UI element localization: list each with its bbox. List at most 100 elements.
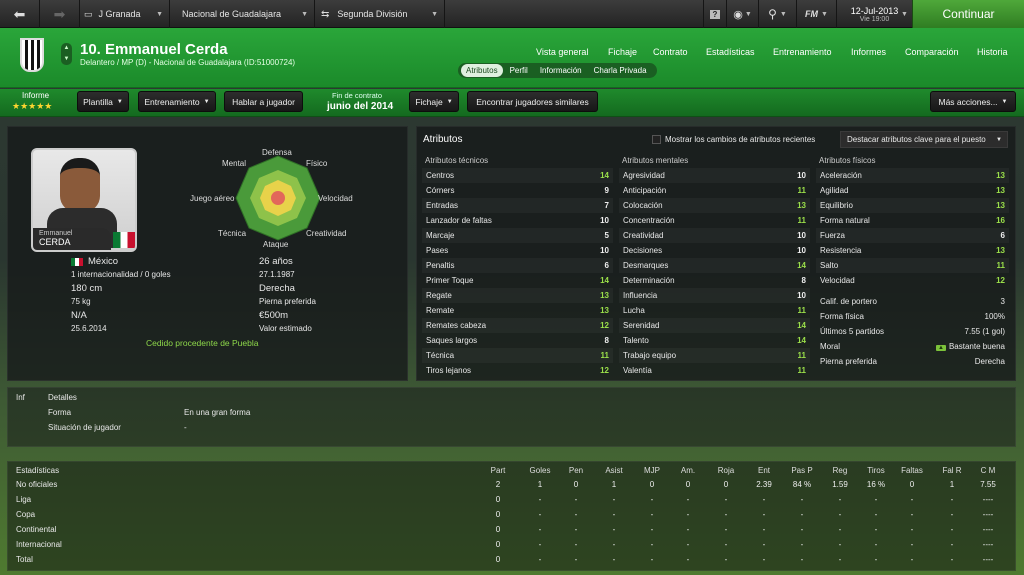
- stats-column-header[interactable]: Ent: [744, 466, 784, 475]
- chevron-down-icon: ▼: [779, 10, 787, 18]
- fm-menu-button[interactable]: FM ▼: [797, 0, 837, 28]
- tab-fichaje[interactable]: Fichaje: [608, 47, 637, 57]
- stats-column-header[interactable]: Reg: [820, 466, 860, 475]
- physical-attribute-row[interactable]: Velocidad 12: [816, 273, 1009, 288]
- mental-attribute-row[interactable]: Serenidad 14: [619, 318, 810, 333]
- mental-attribute-row[interactable]: Trabajo equipo 11: [619, 348, 810, 363]
- mental-attribute-row[interactable]: Decisiones 10: [619, 243, 810, 258]
- mental-attribute-row[interactable]: Valentía 11: [619, 363, 810, 378]
- date-label: 12-Jul-2013: [850, 5, 899, 16]
- physical-attribute-row[interactable]: Aceleración 13: [816, 168, 1009, 183]
- technical-attribute-row[interactable]: Entradas 7: [422, 198, 613, 213]
- tab-contrato[interactable]: Contrato: [653, 47, 688, 57]
- mental-attribute-row[interactable]: Creatividad 10: [619, 228, 810, 243]
- transfer-button[interactable]: Fichaje ▼: [409, 91, 459, 112]
- technical-attribute-row[interactable]: Pases 10: [422, 243, 613, 258]
- stats-cell: -: [612, 510, 616, 519]
- mental-attribute-row[interactable]: Desmarques 14: [619, 258, 810, 273]
- technical-attribute-row[interactable]: Regate 13: [422, 288, 613, 303]
- technical-attribute-row[interactable]: Córners 9: [422, 183, 613, 198]
- technical-attribute-row[interactable]: Tiros lejanos 12: [422, 363, 613, 378]
- stats-column-header[interactable]: C M: [968, 466, 1008, 475]
- stats-column-header[interactable]: Goles: [520, 466, 560, 475]
- training-button[interactable]: Entrenamiento ▼: [138, 91, 216, 112]
- tab-historia[interactable]: Historia: [977, 47, 1008, 57]
- search-button[interactable]: ⚲ ▼: [759, 0, 797, 28]
- stats-column-header[interactable]: Asist: [594, 466, 634, 475]
- details-tab-detalles[interactable]: Detalles: [48, 393, 77, 402]
- team1-selector[interactable]: ▭ J Granada ▼: [80, 0, 170, 28]
- help-button[interactable]: ?: [703, 0, 727, 28]
- back-button[interactable]: ⬅: [0, 0, 40, 28]
- fm-logo: FM: [805, 9, 819, 19]
- show-changes-checkbox[interactable]: [652, 135, 661, 144]
- stats-cell: -: [650, 495, 654, 504]
- tab-entrenamiento[interactable]: Entrenamiento: [773, 47, 832, 57]
- technical-attribute-row[interactable]: Saques largos 8: [422, 333, 613, 348]
- technical-attribute-row[interactable]: Primer Toque 14: [422, 273, 613, 288]
- technical-attribute-row[interactable]: Marcaje 5: [422, 228, 613, 243]
- stats-cell: -: [650, 555, 654, 564]
- mental-attribute-value: 11: [797, 186, 806, 195]
- chevron-down-icon: ▼: [446, 98, 453, 105]
- stats-column-header[interactable]: Faltas: [892, 466, 932, 475]
- stats-column-header[interactable]: Part: [478, 466, 518, 475]
- subtab-perfil[interactable]: Perfil: [505, 64, 533, 77]
- physical-attribute-name: Equilibrio: [820, 201, 853, 210]
- attributes-title: Atributos: [423, 134, 463, 145]
- continue-button[interactable]: Continuar: [912, 0, 1024, 28]
- more-actions-button[interactable]: Más acciones... ▼: [930, 91, 1016, 112]
- tab-comparacion[interactable]: Comparación: [905, 47, 959, 57]
- stats-cell: -: [910, 540, 914, 549]
- mental-attribute-row[interactable]: Lucha 11: [619, 303, 810, 318]
- stats-column-header[interactable]: Tiros: [856, 466, 896, 475]
- stats-column-header[interactable]: Roja: [706, 466, 746, 475]
- forward-button[interactable]: ➡: [40, 0, 80, 28]
- technical-attribute-row[interactable]: Penaltis 6: [422, 258, 613, 273]
- stats-column-header[interactable]: Fal R: [932, 466, 972, 475]
- team2-selector[interactable]: Nacional de Guadalajara ▼: [170, 0, 315, 28]
- technical-attribute-row[interactable]: Técnica 11: [422, 348, 613, 363]
- tab-vista-general[interactable]: Vista general: [536, 47, 588, 57]
- talk-to-player-button[interactable]: Hablar a jugador: [224, 91, 303, 112]
- tab-estadisticas[interactable]: Estadísticas: [706, 47, 755, 57]
- mental-attribute-row[interactable]: Colocación 13: [619, 198, 810, 213]
- transfer-label: Fichaje: [415, 96, 443, 107]
- physical-attribute-row[interactable]: Agilidad 13: [816, 183, 1009, 198]
- tab-informes[interactable]: Informes: [851, 47, 886, 57]
- subtab-charla-privada[interactable]: Charla Privada: [589, 64, 652, 77]
- player-switch-control[interactable]: ▲ ▼: [61, 43, 72, 65]
- subtab-atributos[interactable]: Atributos: [461, 64, 503, 77]
- technical-attribute-row[interactable]: Lanzador de faltas 10: [422, 213, 613, 228]
- squad-button[interactable]: Plantilla ▼: [77, 91, 129, 112]
- technical-attribute-row[interactable]: Centros 14: [422, 168, 613, 183]
- subtab-informacion[interactable]: Información: [535, 64, 587, 77]
- stats-column-header[interactable]: Pas P: [782, 466, 822, 475]
- mental-attribute-row[interactable]: Talento 14: [619, 333, 810, 348]
- globe-button[interactable]: ◉ ▼: [727, 0, 759, 28]
- physical-attribute-row[interactable]: Fuerza 6: [816, 228, 1009, 243]
- mental-attribute-row[interactable]: Determinación 8: [619, 273, 810, 288]
- league-selector[interactable]: ⇆ Segunda División ▼: [315, 0, 445, 28]
- physical-attribute-row[interactable]: Resistencia 13: [816, 243, 1009, 258]
- physical-attribute-row[interactable]: Forma natural 16: [816, 213, 1009, 228]
- highlight-dropdown[interactable]: Destacar atributos clave para el puesto …: [840, 131, 1008, 148]
- stats-cell: -: [762, 555, 766, 564]
- chevron-down-icon: ▼: [744, 10, 752, 18]
- stats-column-header[interactable]: Am.: [668, 466, 708, 475]
- mental-attribute-row[interactable]: Concentración 11: [619, 213, 810, 228]
- stats-cell: -: [800, 525, 804, 534]
- stats-column-header[interactable]: MJP: [632, 466, 672, 475]
- mental-attribute-row[interactable]: Agresividad 10: [619, 168, 810, 183]
- mental-attribute-row[interactable]: Influencia 10: [619, 288, 810, 303]
- stats-cell: -: [874, 510, 878, 519]
- mental-attribute-row[interactable]: Anticipación 11: [619, 183, 810, 198]
- technical-attribute-row[interactable]: Remates cabeza 12: [422, 318, 613, 333]
- radar-label-mental: Mental: [222, 159, 247, 168]
- find-similar-button[interactable]: Encontrar jugadores similares: [467, 91, 598, 112]
- details-tab-inf[interactable]: Inf: [16, 393, 25, 402]
- technical-attribute-row[interactable]: Remate 13: [422, 303, 613, 318]
- stats-column-header[interactable]: Pen: [556, 466, 596, 475]
- physical-attribute-row[interactable]: Equilibrio 13: [816, 198, 1009, 213]
- physical-attribute-row[interactable]: Salto 11: [816, 258, 1009, 273]
